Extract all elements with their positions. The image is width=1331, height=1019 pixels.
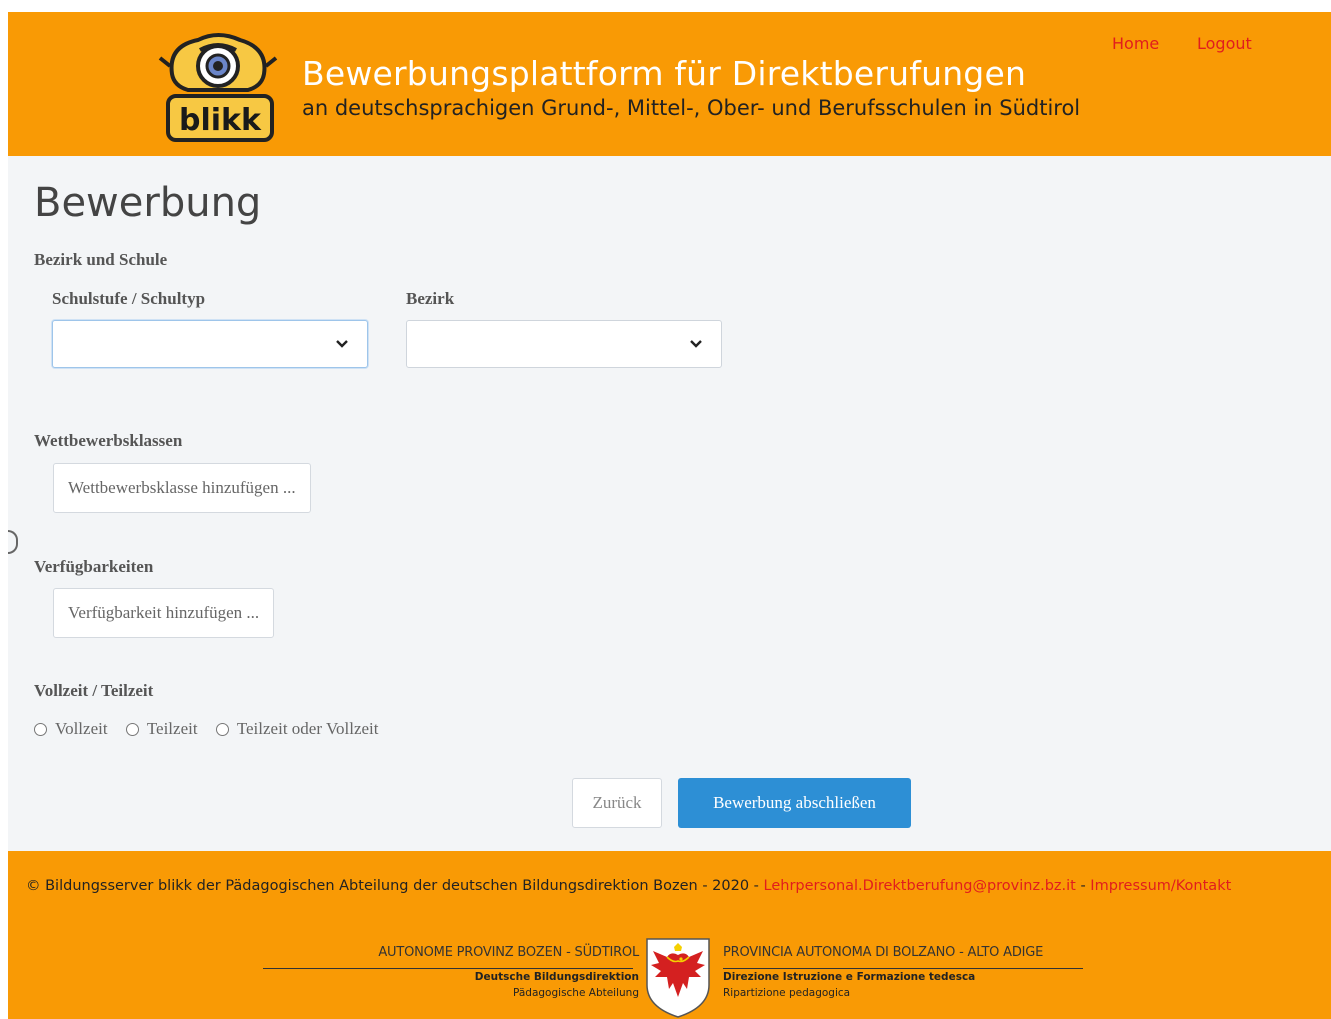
add-competition-class-button[interactable]: Wettbewerbsklasse hinzufügen ... (53, 463, 311, 513)
section-school-heading: Bezirk und Schule (34, 250, 168, 269)
submit-application-button[interactable]: Bewerbung abschließen (678, 778, 911, 828)
district-select[interactable] (406, 320, 722, 368)
site-title: Bewerbungsplattform für Direktberufungen (302, 54, 1027, 93)
radio-teilzeit-label: Teilzeit (146, 719, 198, 738)
nav-logout-link[interactable]: Logout (1197, 34, 1252, 53)
section-worktime-heading: Vollzeit / Teilzeit (34, 681, 154, 700)
radio-vollzeit[interactable]: Vollzeit (34, 719, 108, 739)
radio-teilzeit-oder-vollzeit-label: Teilzeit oder Vollzeit (236, 719, 379, 738)
province-division-it: Ripartizione pedagogica (723, 987, 851, 999)
province-name-it: PROVINCIA AUTONOMA DI BOLZANO - ALTO ADI… (723, 945, 1044, 960)
divider (263, 968, 633, 969)
site-subtitle: an deutschsprachigen Grund-, Mittel-, Ob… (302, 96, 1081, 120)
footer-copyright: © Bildungsserver blikk der Pädagogischen… (26, 878, 764, 894)
blikk-logo[interactable]: blikk (158, 26, 278, 146)
province-logo-block: AUTONOME PROVINZ BOZEN - SÜDTIROL Deutsc… (263, 938, 1083, 1018)
site-header: blikk Bewerbungsplattform für Direktberu… (8, 12, 1331, 156)
add-availability-button[interactable]: Verfügbarkeit hinzufügen ... (53, 588, 275, 638)
province-name-de: AUTONOME PROVINZ BOZEN - SÜDTIROL (378, 945, 639, 960)
schooltype-label: Schulstufe / Schultyp (52, 289, 206, 308)
chevron-down-icon (690, 340, 702, 348)
district-label: Bezirk (406, 289, 455, 308)
section-competition-heading: Wettbewerbsklassen (34, 431, 183, 450)
province-department-it: Direzione Istruzione e Formazione tedesc… (723, 971, 976, 983)
footer-separator: - (1075, 878, 1091, 894)
radio-circle-icon[interactable] (125, 722, 139, 736)
footer-copyright-line: © Bildungsserver blikk der Pädagogischen… (26, 878, 1231, 894)
nav-home-link[interactable]: Home (1112, 34, 1159, 53)
page-title: Bewerbung (34, 180, 262, 226)
province-department-de: Deutsche Bildungsdirektion (474, 971, 639, 983)
worktime-radio-group: Vollzeit Teilzeit Teilzeit oder Vollzeit (34, 719, 393, 741)
tyrolean-eagle-coat-of-arms-icon (646, 938, 710, 1018)
site-footer: © Bildungsserver blikk der Pädagogischen… (8, 851, 1331, 1019)
radio-teilzeit-oder-vollzeit[interactable]: Teilzeit oder Vollzeit (215, 719, 379, 739)
section-availability-heading: Verfügbarkeiten (34, 557, 154, 576)
back-button[interactable]: Zurück (572, 778, 662, 828)
footer-email-link[interactable]: Lehrpersonal.Direktberufung@provinz.bz.i… (764, 878, 1076, 894)
footer-impressum-link[interactable]: Impressum/Kontakt (1090, 878, 1231, 894)
radio-teilzeit[interactable]: Teilzeit (125, 719, 198, 739)
logo-text: blikk (179, 103, 262, 138)
schooltype-select[interactable] (52, 320, 368, 368)
divider (723, 968, 1083, 969)
radio-vollzeit-label: Vollzeit (55, 719, 108, 738)
chevron-down-icon (336, 340, 348, 348)
radio-circle-icon[interactable] (34, 722, 47, 736)
radio-circle-icon[interactable] (215, 722, 229, 736)
province-division-de: Pädagogische Abteilung (513, 987, 639, 999)
